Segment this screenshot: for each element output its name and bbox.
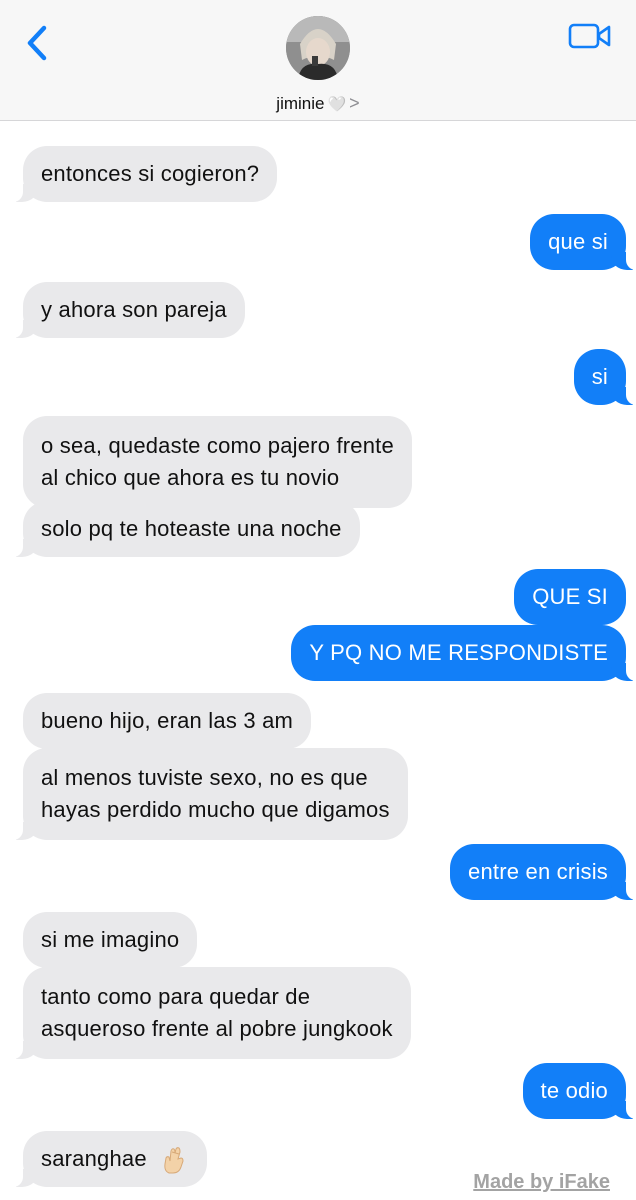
message-text: QUE SI [532,584,608,609]
contact-name-button[interactable]: jiminie 🤍 > [0,90,636,116]
message-text: bueno hijo, eran las 3 am [41,708,294,733]
avatar[interactable] [286,16,350,80]
message-text: te odio [540,1078,608,1103]
message-text: entonces si cogieron? [41,161,260,186]
message-incoming[interactable]: al menos tuviste sexo, no es que hayas p… [13,748,408,840]
message-incoming[interactable]: entonces si cogieron? [12,146,278,202]
message-incoming[interactable]: y ahora son pareja [13,282,245,338]
crossed-fingers-emoji-icon [164,1147,184,1174]
message-text: saranghae [41,1146,147,1171]
message-text-line: o sea, quedaste como pajero frente [41,433,394,458]
message-outgoing[interactable]: QUE SI [514,569,626,625]
watermark: Made by iFake [473,1171,610,1193]
message-outgoing[interactable]: que si [530,214,636,270]
message-text: si [591,364,608,389]
heart-icon: 🤍 [327,95,347,113]
conversation-header: jiminie 🤍 > [0,0,636,121]
message-text: Y PQ NO ME RESPONDISTE [309,640,608,665]
message-text-line: asqueroso frente al pobre jungkook [41,1016,393,1041]
message-text: entre en crisis [468,859,608,884]
message-text-line: hayas perdido mucho que digamos [41,797,390,822]
avatar-photo [286,16,350,80]
message-text-line: al menos tuviste sexo, no es que [41,765,368,790]
message-incoming[interactable]: solo pq te hoteaste una noche [13,501,360,557]
message-outgoing[interactable]: Y PQ NO ME RESPONDISTE [291,625,636,681]
message-text: que si [548,229,608,254]
message-incoming[interactable]: tanto como para quedar de asqueroso fren… [13,967,411,1059]
message-incoming[interactable]: saranghae [12,1131,208,1188]
back-chevron-icon[interactable] [20,22,54,64]
chevron-right-icon: > [349,93,360,113]
message-text-line: al chico que ahora es tu novio [41,465,340,490]
message-outgoing[interactable]: si [573,349,636,405]
message-outgoing[interactable]: entre en crisis [450,844,636,900]
contact-name: jiminie [276,94,325,113]
message-outgoing[interactable]: te odio [522,1063,636,1119]
message-incoming[interactable]: o sea, quedaste como pajero frente al ch… [23,416,412,508]
message-text: solo pq te hoteaste una noche [41,516,342,541]
message-incoming[interactable]: si me imagino [23,912,198,968]
message-incoming[interactable]: bueno hijo, eran las 3 am [23,693,312,749]
message-text: y ahora son pareja [41,297,227,322]
message-text-line: tanto como para quedar de [41,984,311,1009]
message-text: si me imagino [41,927,180,952]
video-camera-icon[interactable] [568,22,612,52]
